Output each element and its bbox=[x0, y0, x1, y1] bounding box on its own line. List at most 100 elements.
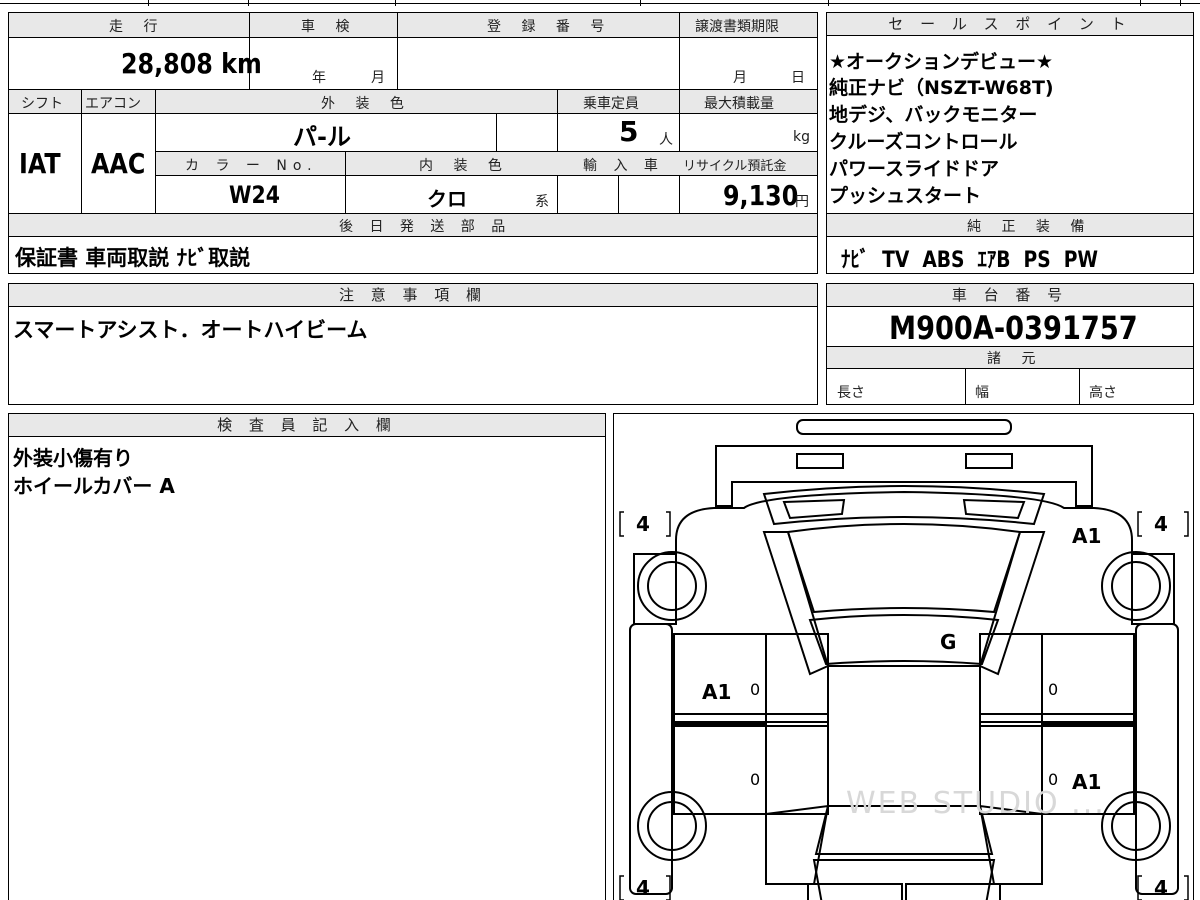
sales-point-item: クルーズコントロール bbox=[829, 131, 1018, 153]
divider bbox=[827, 236, 1193, 237]
chassis-box: 車 台 番 号 M900A-0391757 諸 元 長さ 幅 高さ bbox=[826, 283, 1194, 405]
sales-point-item: パワースライドドア bbox=[829, 158, 1000, 180]
capacity-header: 乗車定員 bbox=[583, 96, 639, 112]
top-edge-divider bbox=[1180, 0, 1181, 6]
top-edge-divider bbox=[640, 0, 641, 6]
divider bbox=[827, 368, 1193, 369]
recycle-unit: 円 bbox=[795, 194, 809, 210]
divider bbox=[9, 37, 817, 38]
rear-bumper bbox=[905, 883, 1001, 900]
rear-bumper bbox=[807, 883, 903, 900]
sales-point-item: プッシュスタート bbox=[829, 185, 982, 207]
ac-header: エアコン bbox=[85, 96, 141, 112]
divider bbox=[81, 89, 82, 213]
top-edge-strip bbox=[0, 0, 1200, 4]
inspector-line: 外装小傷有り bbox=[13, 446, 133, 470]
exterior-color-value: パ-ル bbox=[293, 123, 351, 151]
front-window-right bbox=[979, 633, 1043, 723]
divider bbox=[397, 13, 398, 89]
tire-grade-fl: 4 bbox=[636, 512, 650, 536]
capacity-unit: 人 bbox=[659, 132, 673, 148]
reg-number-header: 登 録 番 号 bbox=[487, 19, 613, 35]
divider bbox=[1079, 368, 1080, 404]
damage-mark: A1 bbox=[1072, 524, 1102, 548]
notes-box: 注 意 事 項 欄 スマートアシスト．オートハイビーム bbox=[8, 283, 818, 405]
later-parts-value: 保証書 車両取説 ﾅﾋﾞ取説 bbox=[15, 246, 251, 270]
tire-grade-rr: 4 bbox=[1154, 876, 1168, 900]
top-edge-divider bbox=[395, 0, 396, 6]
sales-points-header: セ ー ル ス ポ イ ン ト bbox=[827, 13, 1193, 36]
car-diagram-box: 4 4 4 4 A1 G A1 A1 0 0 0 0 WEB STUDIO ..… bbox=[613, 413, 1194, 900]
damage-mark: G bbox=[940, 630, 957, 654]
interior-color-suffix: 系 bbox=[535, 194, 549, 210]
front-window-left bbox=[765, 633, 829, 723]
inspector-box: 検 査 員 記 入 欄 外装小傷有り ホイールカバー A bbox=[8, 413, 606, 900]
top-edge-divider bbox=[1140, 0, 1141, 6]
headlight-left bbox=[796, 453, 844, 469]
hood-line bbox=[782, 498, 846, 520]
sales-points-box: セ ー ル ス ポ イ ン ト ★オークションデビュー★ 純正ナビ（NSZT-W… bbox=[826, 12, 1194, 274]
interior-color-header: 内 装 色 bbox=[419, 158, 510, 174]
chassis-value: M900A-0391757 bbox=[889, 309, 1138, 347]
front-fender-left bbox=[633, 553, 677, 625]
exterior-color-header: 外 装 色 bbox=[321, 96, 412, 112]
notes-header: 注 意 事 項 欄 bbox=[9, 284, 817, 307]
top-edge-divider bbox=[248, 0, 249, 6]
width-label: 幅 bbox=[975, 385, 989, 401]
divider bbox=[679, 13, 680, 89]
color-no-value: W24 bbox=[229, 181, 280, 209]
front-door-left bbox=[673, 633, 767, 723]
roof-front bbox=[808, 614, 1000, 666]
shift-value: IAT bbox=[19, 147, 61, 180]
divider bbox=[496, 113, 497, 151]
inspector-header: 検 査 員 記 入 欄 bbox=[9, 414, 605, 437]
divider bbox=[155, 175, 817, 176]
divider bbox=[618, 175, 619, 213]
divider bbox=[9, 113, 817, 114]
notes-value: スマートアシスト．オートハイビーム bbox=[13, 318, 368, 342]
import-header: 輸 入 車 bbox=[583, 158, 664, 174]
later-parts-header: 後 日 発 送 部 品 bbox=[339, 219, 512, 235]
top-edge-divider bbox=[828, 0, 829, 6]
front-bumper bbox=[715, 445, 1093, 507]
tire-grade-fr: 4 bbox=[1154, 512, 1168, 536]
height-label: 高さ bbox=[1089, 385, 1117, 401]
wheel-fl-inner bbox=[647, 561, 697, 611]
top-edge-divider bbox=[148, 0, 149, 6]
divider bbox=[965, 368, 966, 404]
front-bumper-strip bbox=[796, 419, 1012, 435]
door-mark-zero: 0 bbox=[750, 680, 761, 699]
roof bbox=[827, 665, 981, 807]
rear-window-left bbox=[765, 725, 829, 815]
watermark: WEB STUDIO ... bbox=[846, 786, 1106, 821]
wheel-fr-inner bbox=[1111, 561, 1161, 611]
recycle-header: リサイクル預託金 bbox=[683, 159, 787, 174]
windshield bbox=[786, 523, 1022, 614]
inspection-month: 月 bbox=[371, 70, 385, 86]
a-pillar-right bbox=[978, 531, 1046, 676]
mileage-header: 走 行 bbox=[109, 19, 166, 35]
rear-door-left bbox=[673, 723, 767, 815]
color-no-header: カ ラ ー No. bbox=[185, 158, 318, 174]
inspector-line: ホイールカバー A bbox=[13, 474, 175, 498]
max-load-unit: kg bbox=[793, 129, 810, 145]
length-label: 長さ bbox=[837, 385, 865, 401]
transfer-day: 日 bbox=[791, 70, 805, 86]
headlight-right bbox=[965, 453, 1013, 469]
inspection-year: 年 bbox=[312, 70, 326, 86]
vehicle-info-box: 走 行 車 検 登 録 番 号 譲渡書類期限 28,808 km 年 月 月 日… bbox=[8, 12, 818, 274]
divider bbox=[9, 236, 817, 237]
sales-point-item: ★オークションデビュー★ bbox=[829, 51, 1054, 73]
sales-point-item: 地デジ、バックモニター bbox=[829, 104, 1038, 126]
divider bbox=[345, 151, 346, 213]
damage-mark: A1 bbox=[702, 680, 732, 704]
ac-value: AAC bbox=[91, 147, 146, 180]
tire-grade-rl: 4 bbox=[636, 876, 650, 900]
door-mark-zero: 0 bbox=[750, 770, 761, 789]
max-load-header: 最大積載量 bbox=[704, 96, 774, 112]
car-diagram bbox=[619, 419, 1189, 900]
door-mark-zero: 0 bbox=[1048, 680, 1059, 699]
transfer-doc-header: 譲渡書類期限 bbox=[695, 19, 779, 35]
front-door-right bbox=[1041, 633, 1135, 723]
specs-header: 諸 元 bbox=[987, 351, 1044, 367]
